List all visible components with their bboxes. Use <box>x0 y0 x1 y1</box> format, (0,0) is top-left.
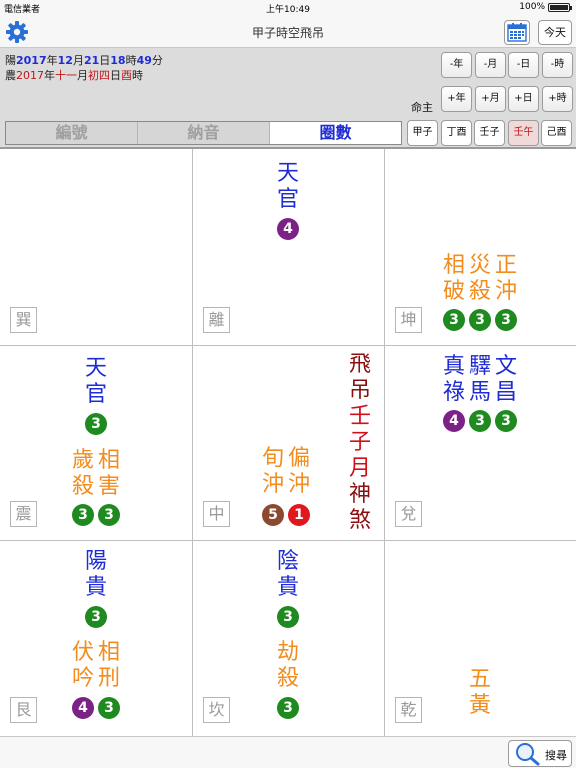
minus-hour-button[interactable]: -時 <box>542 52 573 78</box>
plus-hour-button[interactable]: +時 <box>542 86 573 112</box>
palace-label: 巽 <box>10 307 37 333</box>
count-badge: 3 <box>98 504 120 526</box>
star-tianguan: 天官 <box>84 356 107 407</box>
nav-bar: 甲子時空飛吊 今天 <box>0 16 576 48</box>
palace-dui[interactable]: 真祿 驛馬 文昌 4 3 3 兌 <box>385 346 576 540</box>
count-badge: 3 <box>469 309 491 331</box>
battery-area: 100% <box>519 2 572 12</box>
plus-year-button[interactable]: +年 <box>441 86 472 112</box>
solar-date: 陽2017年12月21日18時49分 <box>5 54 163 67</box>
search-label: 搜尋 <box>545 749 567 762</box>
star-yingui: 陰貴 <box>276 549 299 600</box>
star-xunchong: 旬沖 <box>261 446 284 497</box>
palace-grid: 巽 天官 4 離 相破 災殺 正沖 3 3 3 坤 天官 3 歲殺 相 害 3 … <box>0 148 576 737</box>
calendar-button[interactable] <box>504 20 530 45</box>
star-wuhuang: 五黃 <box>468 667 491 718</box>
count-badge: 3 <box>85 413 107 435</box>
pillar-month-button[interactable]: 丁酉 <box>441 120 472 146</box>
star-yanggui: 陽貴 <box>84 549 107 600</box>
palace-label: 乾 <box>395 697 422 723</box>
today-button[interactable]: 今天 <box>538 20 572 45</box>
palace-label: 離 <box>203 307 230 333</box>
count-badge: 3 <box>85 606 107 628</box>
star-xianghai: 相害 <box>97 448 120 499</box>
segment-number[interactable]: 編號 <box>6 122 138 144</box>
palace-gen[interactable]: 陽貴 3 伏吟 相刑 4 3 艮 <box>0 541 192 737</box>
star-tianguan: 天官 <box>276 161 299 212</box>
mingzhu-label: 命主 <box>411 101 433 114</box>
bottom-toolbar: 搜尋 <box>0 736 576 768</box>
calendar-icon <box>507 23 527 42</box>
star-wenchang: 文昌 <box>494 354 517 405</box>
count-badge: 3 <box>98 697 120 719</box>
palace-zhong[interactable]: 旬沖 偏沖 5 1 飛 吊 壬 子 月 神 煞 中 <box>193 346 384 540</box>
palace-kan[interactable]: 陰貴 3 劫殺 3 坎 <box>193 541 384 737</box>
lunar-date: 農2017年十一月初四日酉時 <box>5 69 143 82</box>
count-badge: 3 <box>72 504 94 526</box>
palace-label: 坎 <box>203 697 230 723</box>
star-xiangxing: 相刑 <box>97 640 120 691</box>
minus-day-button[interactable]: -日 <box>508 52 539 78</box>
pillar-hour-button[interactable]: 壬午 <box>508 120 539 146</box>
battery-icon <box>548 2 572 12</box>
pillar-year-button[interactable]: 甲子 <box>407 120 438 146</box>
clock: 上午10:49 <box>266 5 310 15</box>
star-suisha: 歲殺 <box>71 448 94 499</box>
palace-label: 艮 <box>10 697 37 723</box>
star-yima: 驛馬 <box>468 354 491 405</box>
star-zhenlu: 真祿 <box>442 354 465 405</box>
palace-zhen[interactable]: 天官 3 歲殺 相害 3 3 震 <box>0 346 192 540</box>
palace-kun[interactable]: 相破 災殺 正沖 3 3 3 坤 <box>385 149 576 345</box>
star-zhengchong: 正沖 <box>494 253 517 304</box>
star-xiangpo: 相破 <box>442 253 465 304</box>
battery-percent: 100% <box>519 2 545 12</box>
plus-month-button[interactable]: +月 <box>475 86 506 112</box>
display-mode-segment: 編號 納音 圈數 <box>5 121 402 145</box>
count-badge: 4 <box>443 410 465 432</box>
pillar-day-button[interactable]: 壬子 <box>474 120 505 146</box>
count-badge: 3 <box>443 309 465 331</box>
page-title: 甲子時空飛吊 <box>251 26 324 40</box>
count-badge: 3 <box>495 410 517 432</box>
palace-label: 兌 <box>395 501 422 527</box>
minus-year-button[interactable]: -年 <box>441 52 472 78</box>
count-badge: 3 <box>277 606 299 628</box>
count-badge: 3 <box>469 410 491 432</box>
palace-qian[interactable]: 五黃 乾 <box>385 541 576 737</box>
pillar-minute-button[interactable]: 己酉 <box>541 120 572 146</box>
search-icon <box>516 743 540 766</box>
palace-xun[interactable]: 巽 <box>0 149 192 345</box>
feidiao-yuesha-label: 飛 吊 壬 子 月 神 煞 <box>348 352 371 533</box>
count-badge: 1 <box>288 504 310 526</box>
plus-day-button[interactable]: +日 <box>508 86 539 112</box>
star-fuyin: 伏吟 <box>71 640 94 691</box>
date-panel: 陽2017年12月21日18時49分 農2017年十一月初四日酉時 -年 -月 … <box>0 48 576 148</box>
palace-label: 坤 <box>395 307 422 333</box>
segment-nayin[interactable]: 納音 <box>138 122 270 144</box>
count-badge: 3 <box>495 309 517 331</box>
status-bar: 電信業者 上午10:49 100% <box>0 0 576 16</box>
count-badge: 4 <box>72 697 94 719</box>
count-badge: 4 <box>277 218 299 240</box>
palace-li[interactable]: 天官 4 離 <box>193 149 384 345</box>
search-button[interactable]: 搜尋 <box>508 740 572 767</box>
palace-label: 中 <box>203 501 230 527</box>
star-jiesha: 劫殺 <box>276 640 299 691</box>
minus-month-button[interactable]: -月 <box>475 52 506 78</box>
star-zaisha: 災殺 <box>468 253 491 304</box>
count-badge: 5 <box>262 504 284 526</box>
star-pianchong: 偏沖 <box>287 446 310 497</box>
count-badge: 3 <box>277 697 299 719</box>
segment-rounds[interactable]: 圈數 <box>270 122 401 144</box>
palace-label: 震 <box>10 501 37 527</box>
